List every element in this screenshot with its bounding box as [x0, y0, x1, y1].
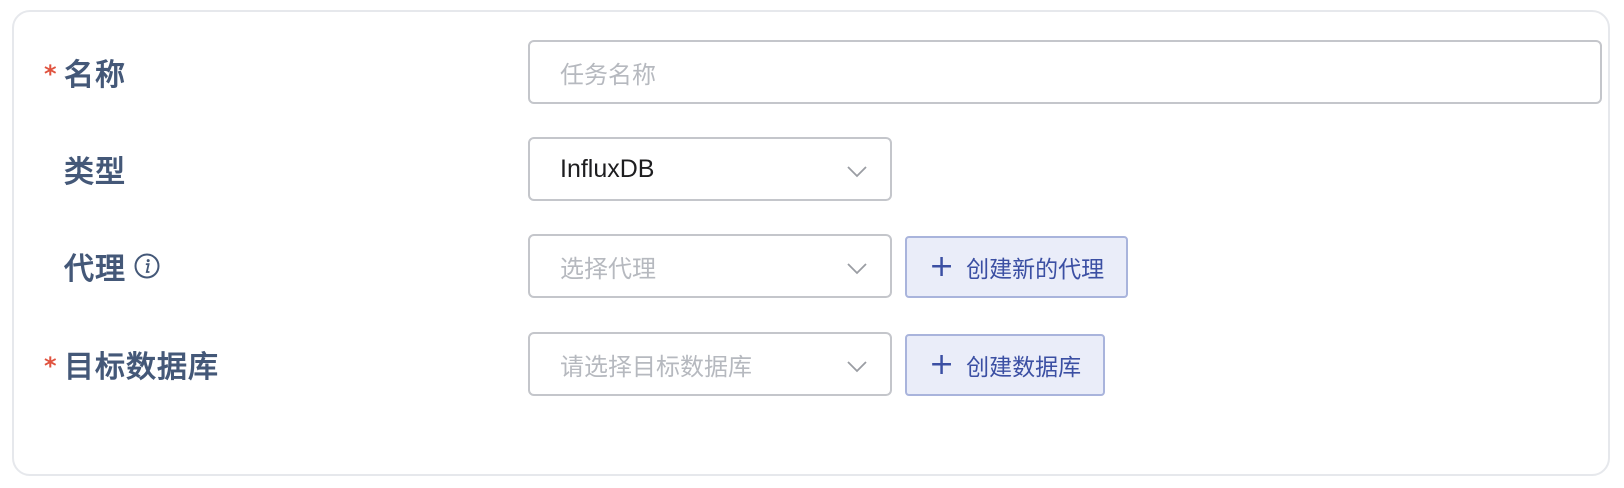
form-row-target-db: * 目标数据库 请选择目标数据库 + 创建数据库 — [14, 332, 1608, 396]
name-input[interactable]: 任务名称 — [528, 40, 1602, 104]
required-mark: * — [44, 352, 57, 380]
task-form-card: * 名称 任务名称 类型 InfluxDB 代理 选择代理 + 创建新的代理 *… — [12, 10, 1610, 476]
plus-icon: + — [929, 347, 955, 382]
chevron-down-icon — [847, 166, 867, 178]
type-select[interactable]: InfluxDB — [528, 137, 892, 201]
proxy-select[interactable]: 选择代理 — [528, 234, 892, 298]
form-row-type: 类型 InfluxDB — [14, 137, 1608, 201]
name-input-placeholder: 任务名称 — [560, 60, 656, 89]
form-row-name: * 名称 任务名称 — [14, 40, 1608, 104]
type-label: 类型 — [64, 155, 126, 190]
target-db-select-placeholder: 请选择目标数据库 — [560, 352, 752, 381]
create-database-label: 创建数据库 — [966, 355, 1082, 381]
required-mark: * — [44, 60, 57, 88]
proxy-label: 代理 — [64, 252, 126, 287]
plus-icon: + — [929, 249, 955, 284]
create-proxy-label: 创建新的代理 — [966, 257, 1105, 283]
form-row-proxy: 代理 选择代理 + 创建新的代理 — [14, 234, 1608, 298]
target-db-label: 目标数据库 — [64, 350, 219, 385]
proxy-select-placeholder: 选择代理 — [560, 254, 656, 283]
name-label: 名称 — [64, 58, 126, 93]
create-database-button[interactable]: + 创建数据库 — [905, 334, 1106, 396]
proxy-label-group: 代理 — [64, 234, 160, 298]
target-db-select[interactable]: 请选择目标数据库 — [528, 332, 892, 396]
type-select-value: InfluxDB — [560, 154, 655, 183]
chevron-down-icon — [847, 361, 867, 373]
create-proxy-button[interactable]: + 创建新的代理 — [905, 236, 1129, 298]
chevron-down-icon — [847, 263, 867, 275]
info-icon[interactable] — [134, 253, 160, 279]
